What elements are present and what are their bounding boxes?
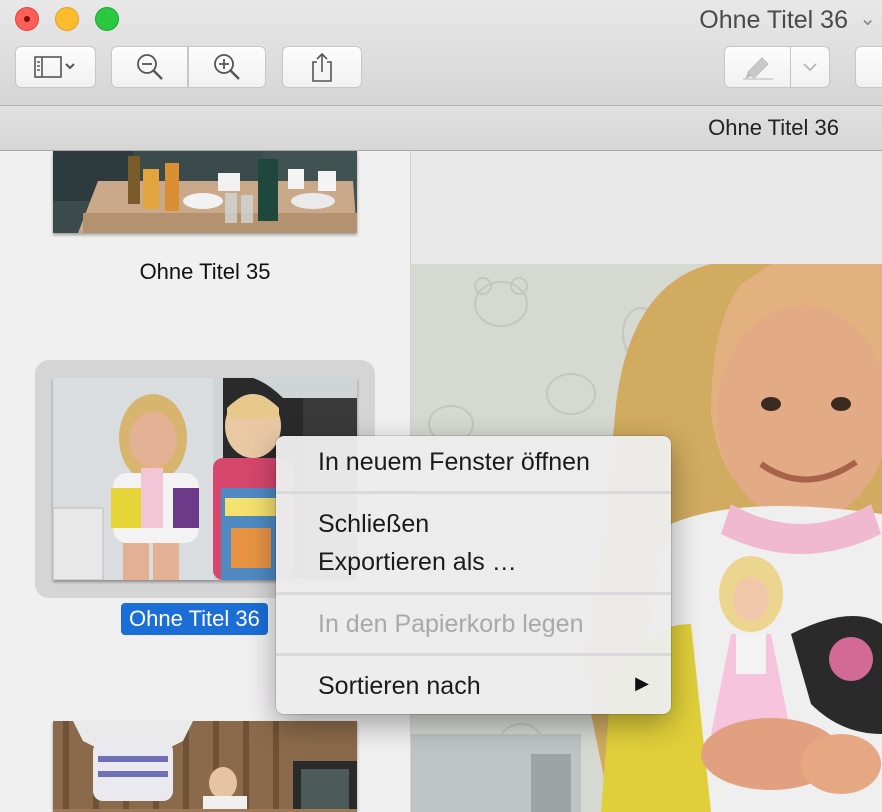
share-button[interactable] [282,46,362,88]
chevron-down-icon [803,63,817,72]
menu-item-open-new-window[interactable]: In neuem Fenster öffnen [318,448,590,477]
thumbnail-image[interactable] [53,721,357,812]
sidebar-toggle-button[interactable] [15,46,96,88]
menu-separator [276,491,671,494]
zoom-out-button[interactable] [111,46,188,88]
submenu-arrow-icon: ▶ [635,673,649,693]
window-toolbar: Ohne Titel 36 ⌄ [0,0,882,106]
menu-separator [276,653,671,656]
thumbnail-image[interactable] [53,151,357,233]
minimize-window-button[interactable] [55,7,79,31]
markup-menu-button[interactable] [790,46,830,88]
zoom-window-button[interactable] [95,7,119,31]
document-title-bar: Ohne Titel 36 [0,106,882,151]
zoom-in-icon [214,54,240,80]
menu-item-sort-by[interactable]: Sortieren nach [318,672,481,701]
menu-item-close[interactable]: Schließen [318,510,429,539]
pen-icon [742,57,773,80]
rotate-button[interactable] [855,46,882,88]
menu-item-move-to-trash: In den Papierkorb legen [318,610,584,638]
chevron-down-icon[interactable]: ⌄ [859,6,876,31]
zoom-out-icon [136,54,163,80]
photo-thumbnail [53,721,357,812]
photo-thumbnail [53,151,357,233]
markup-button[interactable] [724,46,791,88]
zoom-in-button[interactable] [188,46,266,88]
document-title: Ohne Titel 36 [708,115,839,140]
sidebar-icon [33,56,75,78]
share-icon [312,52,332,82]
context-menu[interactable]: In neuem Fenster öffnen Schließen Export… [276,436,671,714]
menu-item-export-as[interactable]: Exportieren als … [318,548,517,577]
thumbnail-label[interactable]: Ohne Titel 35 [0,259,410,285]
window-title[interactable]: Ohne Titel 36 [699,6,848,35]
close-window-button[interactable] [15,7,39,31]
selected-thumbnail-label[interactable]: Ohne Titel 36 [121,603,268,635]
menu-separator [276,592,671,595]
